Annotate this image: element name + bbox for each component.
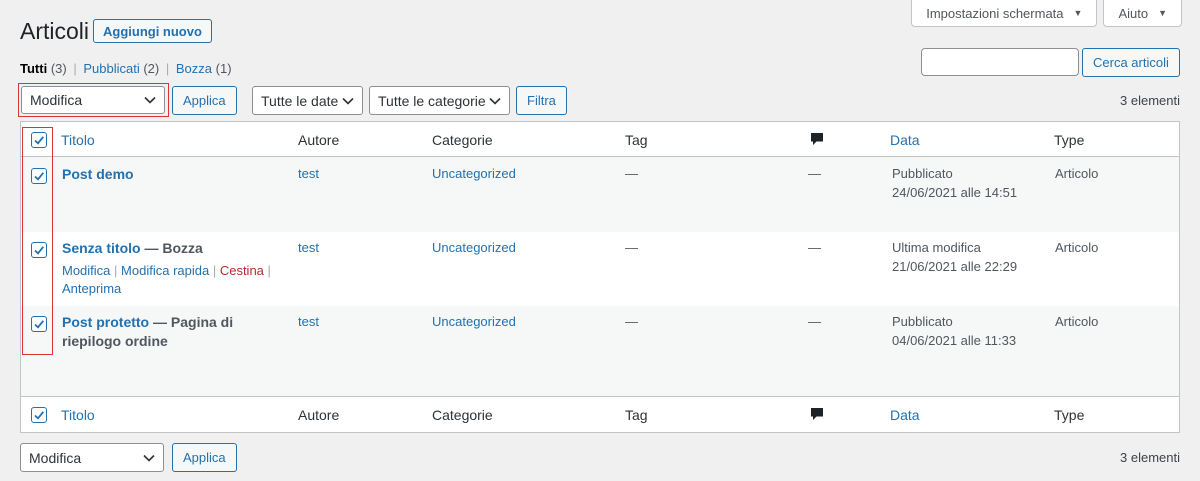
preview-link[interactable]: Anteprima [62, 281, 121, 296]
column-title-footer[interactable]: Titolo [61, 407, 95, 423]
apply-button[interactable]: Applica [172, 86, 237, 115]
post-comments: — [808, 314, 821, 329]
post-title: Post protetto — Pagina di riepilogo ordi… [62, 313, 233, 351]
page-title: Articoli [20, 18, 90, 44]
filter-button[interactable]: Filtra [516, 86, 567, 115]
bulk-action-highlight: Modifica [18, 83, 169, 117]
search-input[interactable] [921, 48, 1079, 76]
comment-icon[interactable] [810, 407, 824, 421]
post-title-link[interactable]: Post protetto [62, 314, 149, 330]
triangle-down-icon: ▼ [1073, 8, 1083, 18]
select-all-checkbox-footer[interactable] [31, 407, 47, 423]
post-comments: — [808, 240, 821, 255]
view-all-count: (3) [50, 61, 67, 76]
chevron-down-icon [489, 97, 501, 105]
post-type: Articolo [1055, 166, 1099, 181]
trash-link[interactable]: Cestina [220, 263, 264, 278]
column-author: Autore [298, 132, 340, 148]
chevron-down-icon [342, 97, 354, 105]
post-title: Senza titolo — Bozza [62, 239, 203, 258]
post-date: Ultima modifica 21/06/2021 alle 22:29 [892, 238, 1017, 276]
status-views: Tutti (3) | Pubblicati (2) | Bozza (1) [20, 61, 232, 76]
post-date-status: Ultima modifica [892, 240, 981, 255]
help-button[interactable]: Aiuto ▼ [1103, 0, 1182, 27]
column-date[interactable]: Data [890, 132, 920, 148]
post-date-value: 21/06/2021 alle 22:29 [892, 259, 1018, 274]
search-posts-button[interactable]: Cerca articoli [1082, 48, 1180, 77]
screen-options-label: Impostazioni schermata [926, 5, 1064, 21]
post-comments: — [808, 166, 821, 181]
column-title[interactable]: Titolo [61, 132, 95, 148]
post-date-value: 04/06/2021 alle 11:33 [892, 333, 1017, 348]
post-tags: — [625, 314, 638, 329]
view-draft[interactable]: Bozza [176, 61, 212, 76]
table-row: Senza titolo — Bozza Modifica | Modifica… [21, 232, 1179, 306]
post-author-link[interactable]: test [298, 313, 319, 331]
column-categories-footer: Categorie [432, 407, 493, 423]
apply-button-bottom[interactable]: Applica [172, 443, 237, 472]
edit-link[interactable]: Modifica [62, 263, 110, 278]
post-title-link[interactable]: Senza titolo [62, 240, 141, 256]
post-state: — Bozza [140, 240, 203, 256]
view-all[interactable]: Tutti [20, 61, 47, 76]
chevron-down-icon [143, 454, 155, 462]
post-author-link[interactable]: test [298, 165, 319, 183]
bulk-action-selected-bottom: Modifica [29, 449, 82, 466]
categories-filter-select[interactable]: Tutte le categorie [369, 86, 510, 115]
column-categories: Categorie [432, 132, 493, 148]
post-tags: — [625, 166, 638, 181]
post-date: Pubblicato 04/06/2021 alle 11:33 [892, 312, 1016, 350]
add-new-button[interactable]: Aggiungi nuovo [93, 19, 212, 43]
post-category-link[interactable]: Uncategorized [432, 239, 516, 257]
column-tags-footer: Tag [625, 407, 648, 423]
post-type: Articolo [1055, 240, 1099, 255]
column-author-footer: Autore [298, 407, 340, 423]
bulk-action-selected: Modifica [30, 92, 83, 108]
triangle-down-icon: ▼ [1158, 8, 1167, 18]
column-type-footer: Type [1054, 407, 1085, 423]
post-author-link[interactable]: test [298, 239, 319, 257]
help-label: Aiuto [1118, 5, 1149, 21]
items-count-bottom: 3 elementi [1120, 450, 1180, 465]
post-date-status: Pubblicato [892, 166, 953, 181]
column-date-footer[interactable]: Data [890, 407, 920, 423]
post-title-link[interactable]: Post demo [62, 165, 134, 184]
row-actions-line2: Anteprima [62, 280, 121, 298]
quick-edit-link[interactable]: Modifica rapida [121, 263, 209, 278]
items-count: 3 elementi [1120, 93, 1180, 108]
post-date-status: Pubblicato [892, 314, 953, 329]
checkbox-highlight [22, 127, 53, 355]
column-type: Type [1054, 132, 1085, 148]
table-header: Titolo Autore Categorie Tag Data Type [21, 122, 1179, 157]
post-tags: — [625, 240, 638, 255]
screen-meta: Impostazioni schermata ▼ Aiuto ▼ [911, 0, 1182, 27]
column-tags: Tag [625, 132, 648, 148]
bulk-action-select[interactable]: Modifica [21, 86, 165, 114]
bulk-action-select-bottom[interactable]: Modifica [20, 443, 164, 472]
posts-table: Titolo Autore Categorie Tag Data Type Po… [20, 121, 1180, 433]
post-state: — Pagina di [149, 314, 234, 330]
screen-options-button[interactable]: Impostazioni schermata ▼ [911, 0, 1098, 27]
post-category-link[interactable]: Uncategorized [432, 165, 516, 183]
dates-filter-selected: Tutte le date [261, 92, 339, 109]
post-state-line2: riepilogo ordine [62, 333, 168, 349]
view-published-count: (2) [143, 61, 160, 76]
comment-icon[interactable] [810, 132, 824, 146]
post-type: Articolo [1055, 314, 1099, 329]
table-footer: Titolo Autore Categorie Tag Data Type [21, 396, 1179, 432]
dates-filter-select[interactable]: Tutte le date [252, 86, 363, 115]
row-actions: Modifica | Modifica rapida | Cestina | [62, 263, 271, 278]
chevron-down-icon [144, 96, 156, 104]
view-draft-count: (1) [215, 61, 232, 76]
view-published[interactable]: Pubblicati [83, 61, 139, 76]
checkmark-icon [34, 411, 44, 420]
post-date-value: 24/06/2021 alle 14:51 [892, 185, 1018, 200]
table-row: Post demo test Uncategorized — — Pubblic… [21, 157, 1179, 232]
post-date: Pubblicato 24/06/2021 alle 14:51 [892, 164, 1017, 202]
categories-filter-selected: Tutte le categorie [378, 92, 486, 109]
post-category-link[interactable]: Uncategorized [432, 313, 516, 331]
table-row: Post protetto — Pagina di riepilogo ordi… [21, 306, 1179, 397]
